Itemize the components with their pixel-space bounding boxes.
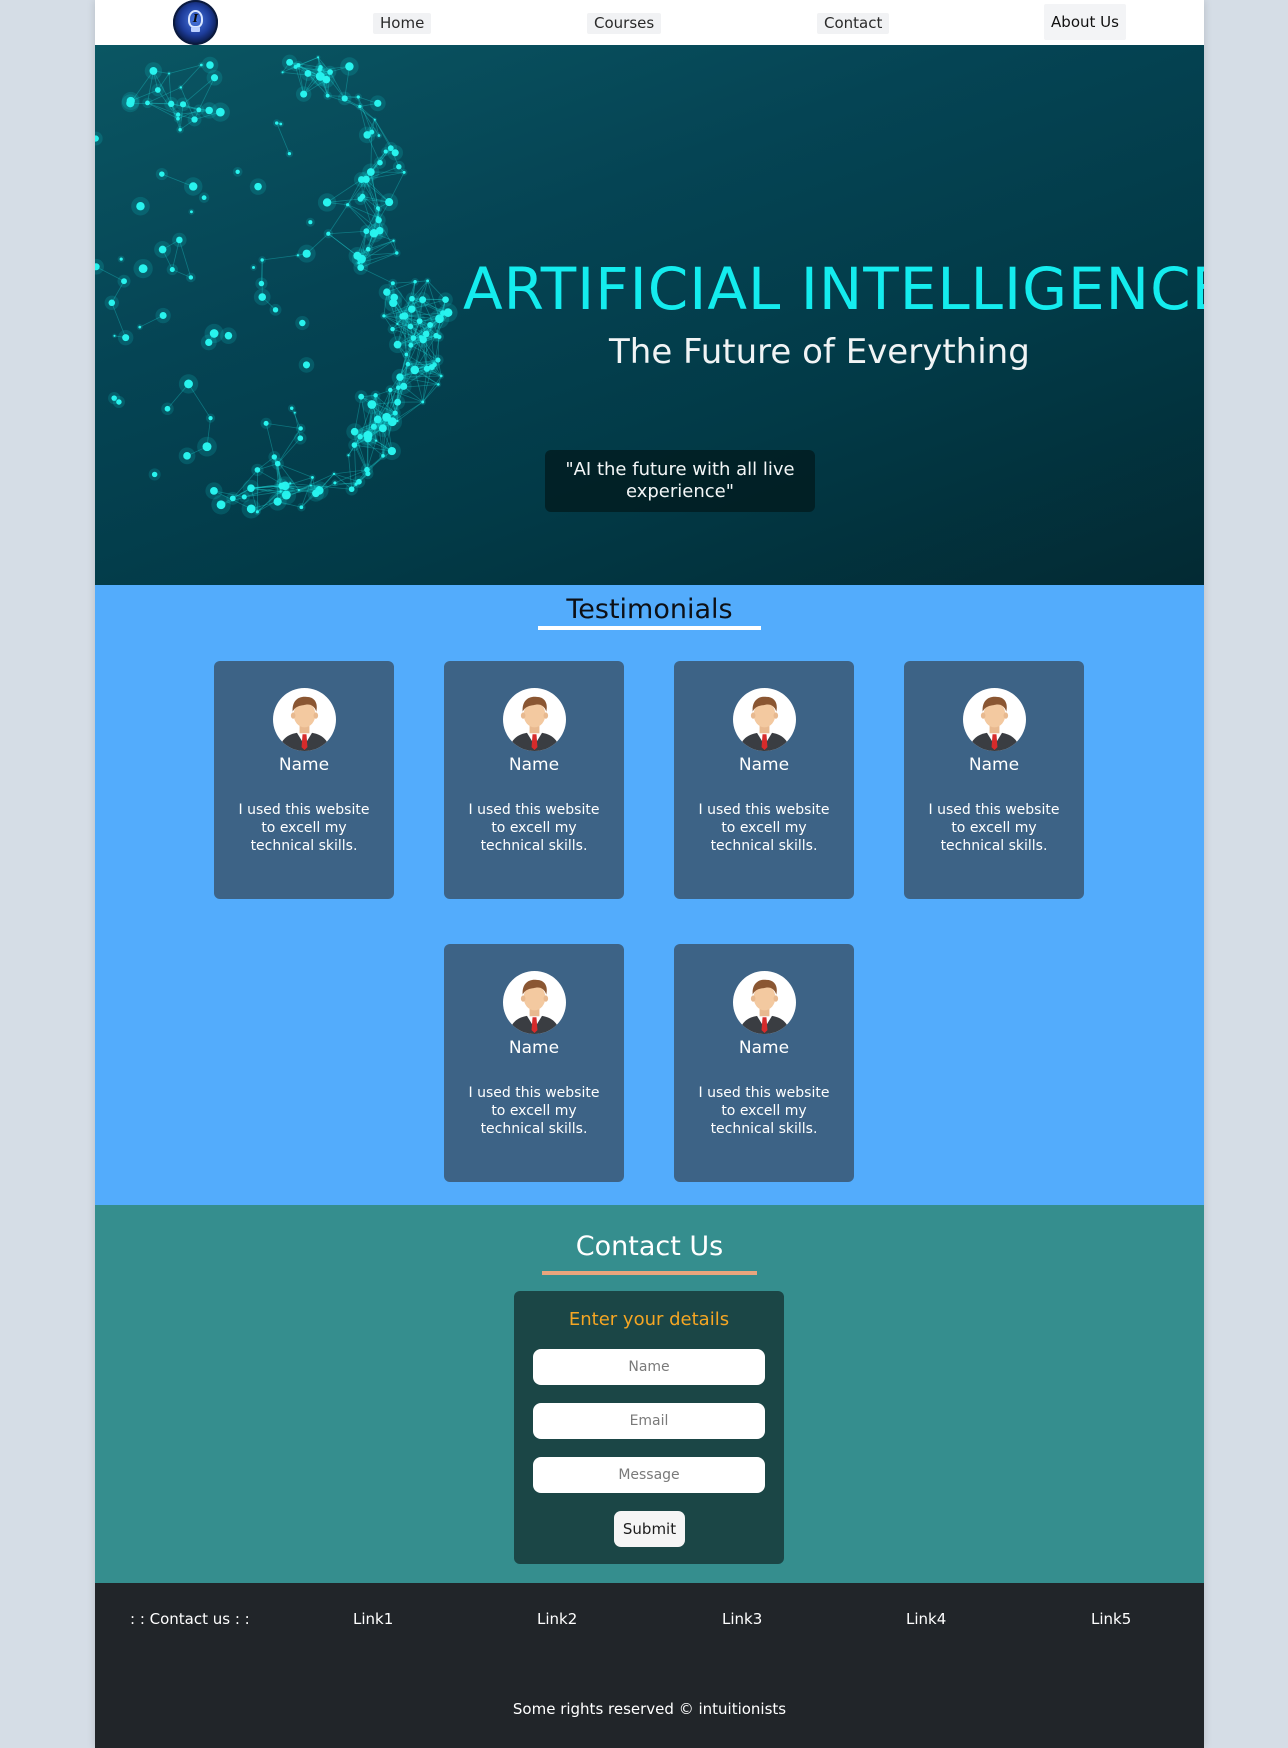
testimonial-name: Name — [508, 1038, 560, 1058]
testimonial-text: I used this website to excell my technic… — [698, 802, 830, 854]
testimonial-card: Name I used this website to excell my te… — [674, 944, 854, 1182]
email-input[interactable] — [533, 1403, 765, 1439]
testimonial-card: Name I used this website to excell my te… — [444, 661, 624, 899]
name-input[interactable] — [533, 1349, 765, 1385]
footer-copyright: Some rights reserved © intuitionists — [512, 1700, 787, 1718]
message-input[interactable] — [533, 1457, 765, 1493]
bulb-base — [191, 27, 200, 32]
testimonial-card: Name I used this website to excell my te… — [904, 661, 1084, 899]
nav-home-link[interactable]: Home — [373, 13, 432, 34]
testimonial-text: I used this website to excell my technic… — [928, 802, 1060, 854]
footer-link-1[interactable]: Link1 — [353, 1610, 393, 1628]
hero-banner: ARTIFICIAL INTELLIGENCE The Future of Ev… — [95, 45, 1204, 585]
contact-underline — [542, 1271, 757, 1275]
testimonial-card: Name I used this website to excell my te… — [444, 944, 624, 1182]
form-title: Enter your details — [568, 1309, 730, 1330]
user-avatar-icon — [503, 971, 566, 1034]
footer: : : Contact us : : Link1 Link2 Link3 Lin… — [95, 1583, 1204, 1748]
footer-link-4[interactable]: Link4 — [906, 1610, 946, 1628]
testimonial-text: I used this website to excell my technic… — [468, 802, 600, 854]
hero-subtitle: The Future of Everything — [609, 332, 1030, 372]
footer-link-3[interactable]: Link3 — [722, 1610, 762, 1628]
page: I Home Courses Contact About Us ARTIFICI… — [95, 0, 1204, 1748]
testimonial-name: Name — [738, 1038, 790, 1058]
testimonial-name: Name — [508, 755, 560, 775]
nav-courses-link[interactable]: Courses — [587, 13, 662, 34]
contact-heading: Contact Us — [575, 1231, 724, 1262]
testimonial-text: I used this website to excell my technic… — [468, 1085, 600, 1137]
contact-form: Enter your details Submit — [514, 1291, 784, 1564]
testimonials-heading: Testimonials — [566, 594, 733, 625]
testimonials-underline — [538, 626, 761, 630]
footer-link-2[interactable]: Link2 — [537, 1610, 577, 1628]
user-avatar-icon — [733, 688, 796, 751]
user-avatar-icon — [963, 688, 1026, 751]
testimonial-card: Name I used this website to excell my te… — [214, 661, 394, 899]
testimonial-name: Name — [968, 755, 1020, 775]
testimonials-section: Testimonials Name I used this website to… — [95, 585, 1204, 1205]
hero-quote: "AI the future with all live experience" — [545, 450, 815, 512]
footer-link-5[interactable]: Link5 — [1091, 1610, 1131, 1628]
submit-button[interactable]: Submit — [614, 1511, 685, 1547]
user-avatar-icon — [503, 688, 566, 751]
testimonial-card: Name I used this website to excell my te… — [674, 661, 854, 899]
footer-contact-label: : : Contact us : : — [130, 1610, 250, 1628]
testimonial-name: Name — [278, 755, 330, 775]
user-avatar-icon — [273, 688, 336, 751]
contact-section: Contact Us Enter your details Submit — [95, 1205, 1204, 1583]
navbar: I Home Courses Contact About Us — [95, 0, 1204, 45]
hero-title: ARTIFICIAL INTELLIGENCE — [463, 255, 1204, 323]
user-avatar-icon — [733, 971, 796, 1034]
nav-about-us-button[interactable]: About Us — [1044, 4, 1126, 40]
nav-contact-link[interactable]: Contact — [817, 13, 890, 34]
logo-letter: I — [192, 12, 199, 25]
testimonial-text: I used this website to excell my technic… — [238, 802, 370, 854]
testimonial-name: Name — [738, 755, 790, 775]
testimonial-text: I used this website to excell my technic… — [698, 1085, 830, 1137]
logo-bulb-icon[interactable]: I — [173, 0, 218, 45]
